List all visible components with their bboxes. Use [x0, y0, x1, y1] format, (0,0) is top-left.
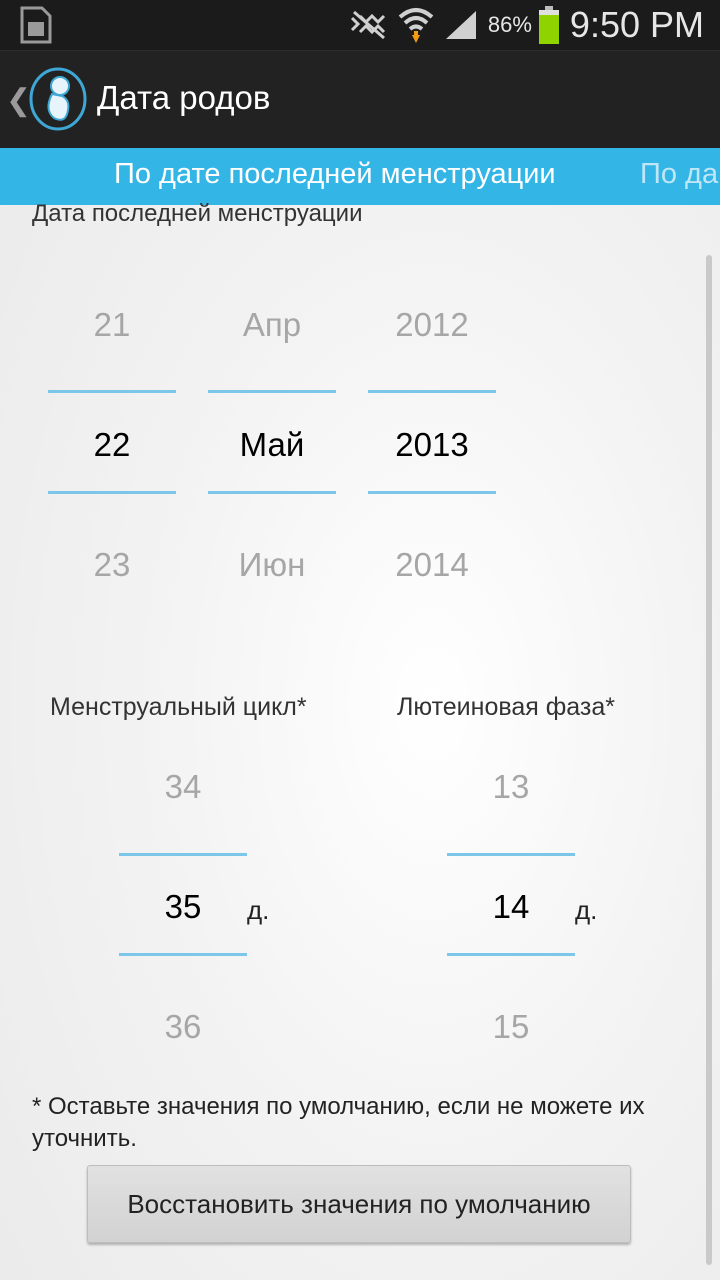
- month-picker[interactable]: Апр Май Июн: [208, 290, 336, 610]
- picker-prev-value[interactable]: Апр: [208, 306, 336, 344]
- picker-divider: [48, 491, 176, 494]
- picker-selected-value[interactable]: 14: [447, 888, 575, 926]
- tab-next[interactable]: По да: [640, 158, 718, 191]
- mute-icon: [350, 10, 385, 40]
- picker-divider: [119, 953, 247, 956]
- cycle-unit: д.: [247, 895, 270, 925]
- picker-next-value[interactable]: 15: [447, 1008, 575, 1046]
- tab-by-last-period[interactable]: По дате последней менструации: [114, 158, 556, 191]
- wifi-icon: [398, 8, 434, 43]
- luteal-unit: д.: [575, 895, 598, 925]
- clock: 9:50 PM: [569, 4, 704, 45]
- app-title: Дата родов: [97, 79, 271, 116]
- picker-divider: [48, 390, 176, 393]
- year-picker[interactable]: 2012 2013 2014: [368, 290, 496, 610]
- battery-percent: 86%: [487, 12, 532, 37]
- picker-divider: [368, 491, 496, 494]
- picker-prev-value[interactable]: 2012: [368, 306, 496, 344]
- picker-prev-value[interactable]: 21: [48, 306, 176, 344]
- picker-divider: [208, 491, 336, 494]
- day-picker[interactable]: 21 22 23: [48, 290, 176, 610]
- action-bar: ❮ Дата родов: [0, 50, 720, 148]
- picker-prev-value[interactable]: 34: [119, 768, 247, 806]
- picker-divider: [447, 953, 575, 956]
- picker-next-value[interactable]: 2014: [368, 546, 496, 584]
- picker-divider: [208, 390, 336, 393]
- battery-icon: [538, 6, 559, 44]
- sim-card-icon: [20, 6, 52, 44]
- picker-selected-value[interactable]: 2013: [368, 426, 496, 464]
- default-values-note: * Оставьте значения по умолчанию, если н…: [32, 1093, 645, 1152]
- picker-divider: [368, 390, 496, 393]
- picker-next-value[interactable]: 23: [48, 546, 176, 584]
- picker-selected-value[interactable]: Май: [208, 426, 336, 464]
- scrollbar[interactable]: [706, 255, 712, 1265]
- signal-icon: [445, 11, 476, 39]
- picker-next-value[interactable]: 36: [119, 1008, 247, 1046]
- status-bar: 86% 9:50 PM: [0, 0, 720, 50]
- luteal-label: Лютеиновая фаза*: [397, 693, 616, 721]
- cycle-label: Менструальный цикл*: [50, 693, 307, 721]
- picker-prev-value[interactable]: 13: [447, 768, 575, 806]
- picker-divider: [447, 853, 575, 856]
- section-title: Дата последней менструации: [32, 200, 363, 227]
- cycle-picker[interactable]: 34 35 36: [119, 752, 247, 1072]
- picker-selected-value[interactable]: 35: [119, 888, 247, 926]
- luteal-picker[interactable]: 13 14 15: [447, 752, 575, 1072]
- picker-selected-value[interactable]: 22: [48, 426, 176, 464]
- restore-defaults-button[interactable]: Восстановить значения по умолчанию: [87, 1165, 631, 1243]
- tab-strip: По дате последней менструации По да: [0, 148, 720, 205]
- picker-next-value[interactable]: Июн: [208, 546, 336, 584]
- fetus-logo-icon[interactable]: [28, 66, 88, 132]
- picker-divider: [119, 853, 247, 856]
